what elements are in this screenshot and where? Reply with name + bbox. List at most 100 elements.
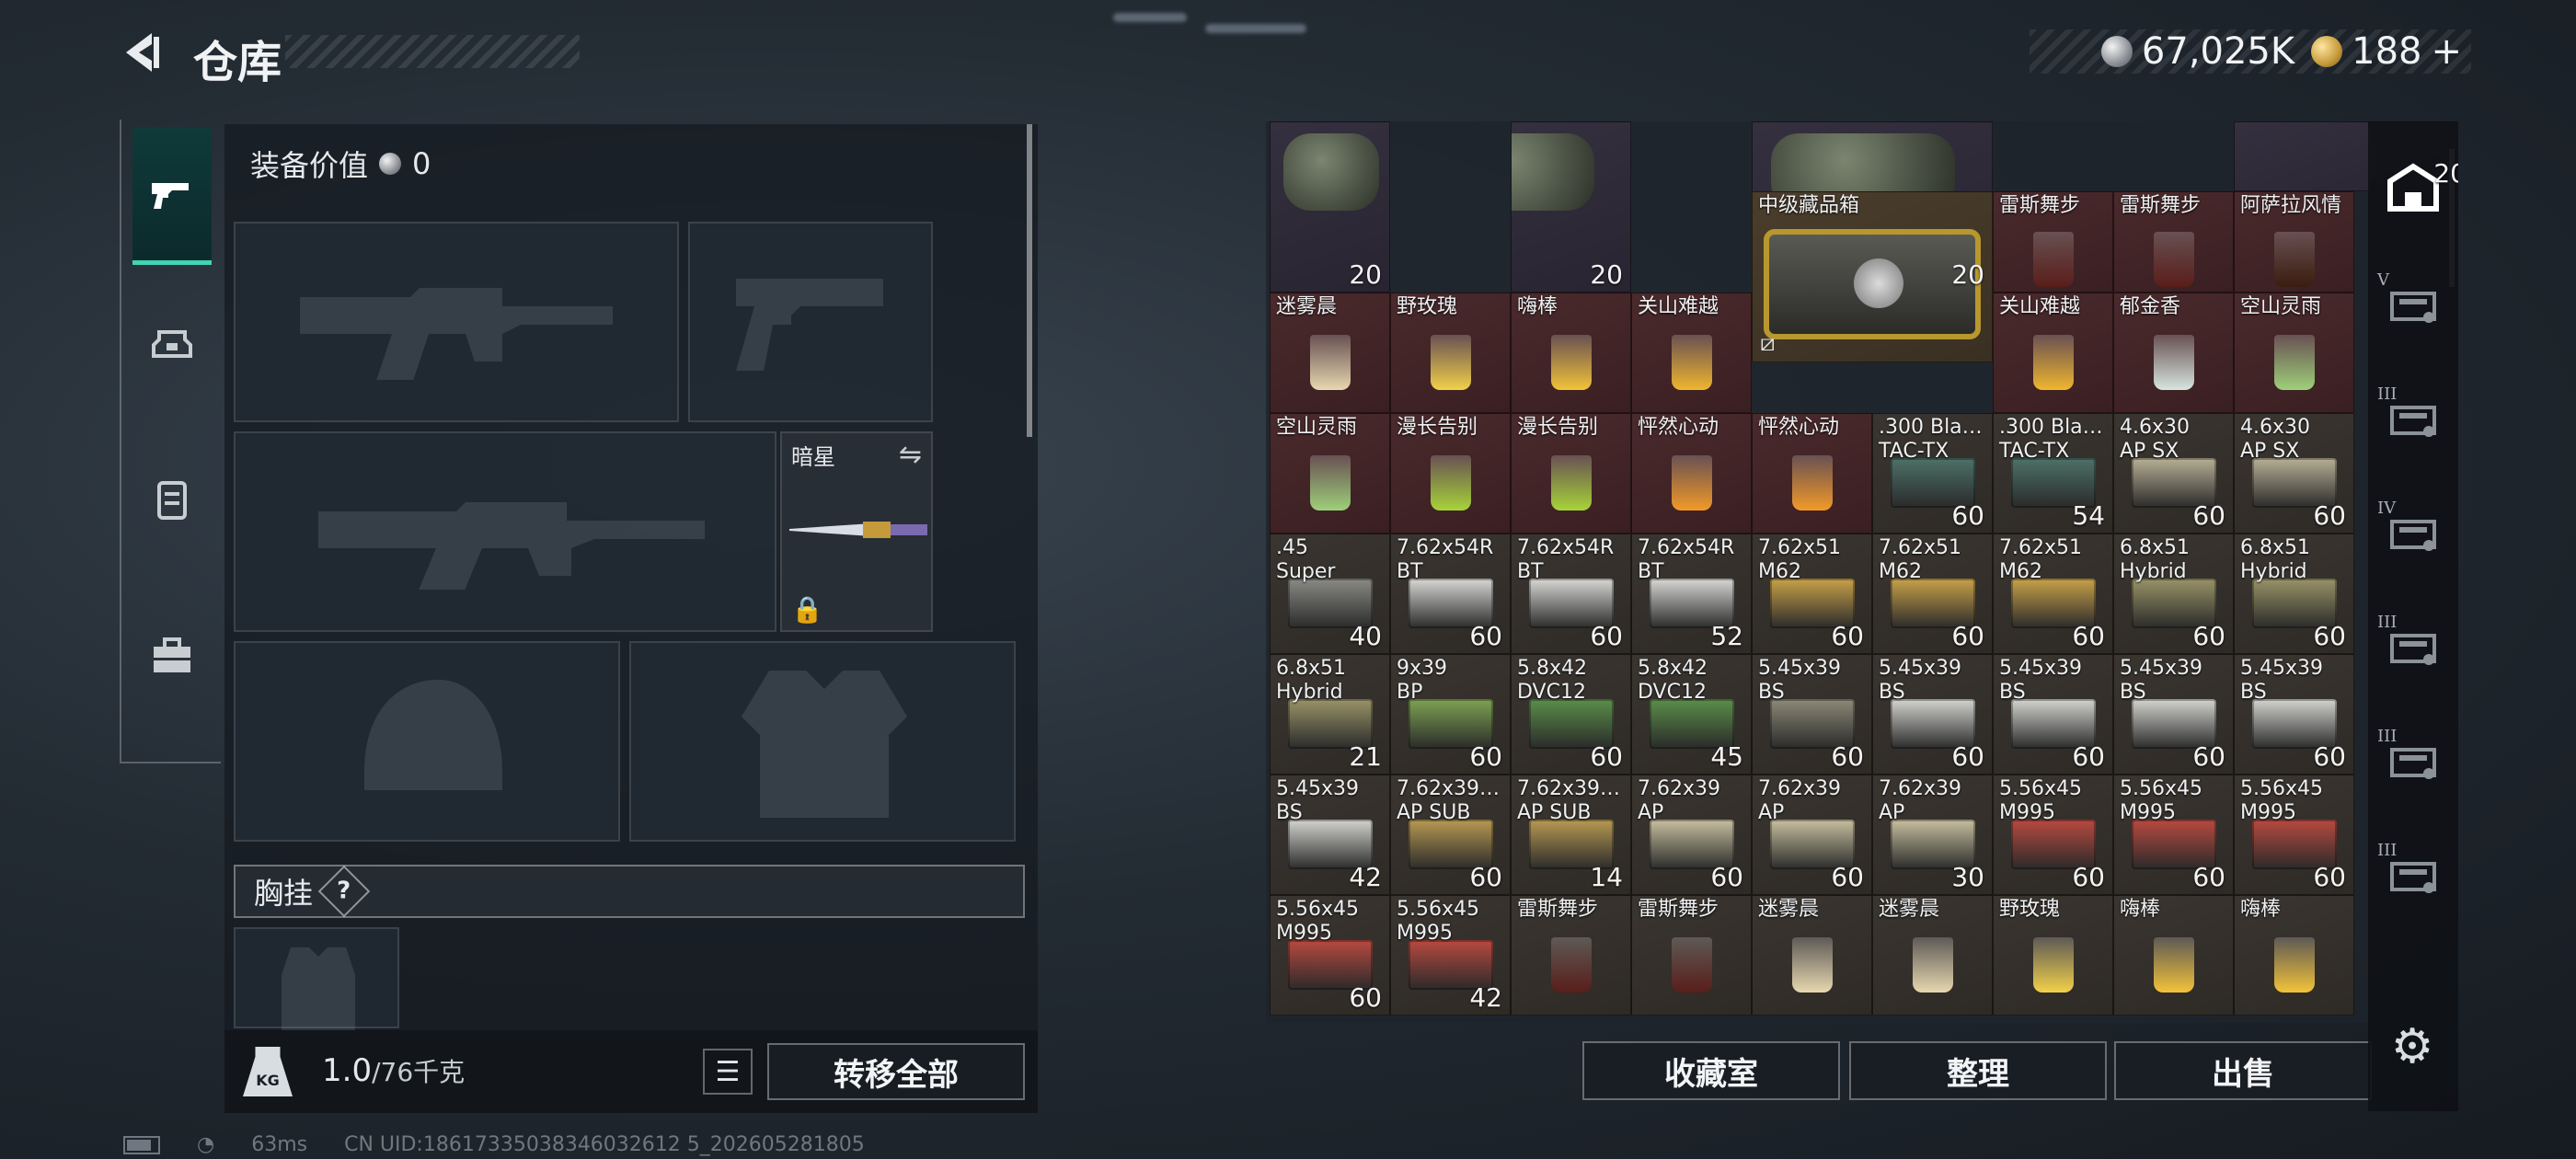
inventory-item[interactable]: 空山灵雨 bbox=[2234, 293, 2354, 413]
chest-rig-label: 胸挂 bbox=[254, 876, 314, 911]
inventory-item[interactable]: 雷斯舞步 bbox=[2113, 191, 2234, 293]
inventory-item[interactable]: .300 Bla… TAC-TX 60 bbox=[1872, 413, 1993, 534]
item-count: 60 bbox=[1349, 982, 1382, 1013]
inventory-item[interactable]: 7.62x54R BT 52 bbox=[1631, 534, 1752, 654]
inventory-item[interactable]: 7.62x39 AP 60 bbox=[1631, 775, 1752, 895]
category-weapons[interactable] bbox=[132, 127, 212, 265]
inventory-item[interactable]: 漫长告别 bbox=[1511, 413, 1631, 534]
inventory-item[interactable]: 7.62x54R BT 60 bbox=[1390, 534, 1511, 654]
inventory-item[interactable]: 迷雾晨 bbox=[1752, 895, 1872, 1016]
inventory-item[interactable]: 5.45x39 BS 42 bbox=[1270, 775, 1390, 895]
inventory-item[interactable]: 嗨棒 bbox=[1511, 293, 1631, 413]
equipment-scrollbar[interactable] bbox=[1027, 124, 1032, 437]
category-helmet[interactable] bbox=[132, 274, 212, 412]
inventory-item[interactable]: 9x39 BP 60 bbox=[1390, 654, 1511, 775]
inventory-item[interactable]: 7.62x51 M62 60 bbox=[1872, 534, 1993, 654]
inventory-item[interactable]: 7.62x51 M62 60 bbox=[1752, 534, 1872, 654]
tertiary-weapon-slot[interactable] bbox=[234, 431, 776, 632]
inventory-item[interactable]: 7.62x51 M62 60 bbox=[1993, 534, 2113, 654]
collection-room-button[interactable]: 收藏室 bbox=[1582, 1041, 1840, 1100]
chest-rig-slot[interactable] bbox=[234, 927, 399, 1030]
back-button[interactable] bbox=[116, 28, 171, 77]
side-tab-iii-a[interactable]: III bbox=[2374, 377, 2453, 456]
inventory-item[interactable]: 野玫瑰 bbox=[1390, 293, 1511, 413]
side-tab-iii-d[interactable]: III bbox=[2374, 833, 2453, 912]
list-view-button[interactable]: ☰ bbox=[703, 1049, 753, 1095]
settings-gear-icon[interactable]: ⚙ bbox=[2386, 1019, 2438, 1074]
inventory-item[interactable]: 4.6x30 AP SX 60 bbox=[2234, 413, 2354, 534]
inventory-item[interactable]: 嗨棒 bbox=[2113, 895, 2234, 1016]
gold-currency[interactable]: 188 + bbox=[2311, 30, 2462, 73]
item-name: 4.6x30 AP SX bbox=[2120, 416, 2191, 463]
inventory-item[interactable]: 6.8x51 Hybrid 60 bbox=[2113, 534, 2234, 654]
item-name: 5.45x39 BS bbox=[1879, 657, 1961, 704]
item-count: 20 bbox=[2433, 158, 2458, 189]
body-armor-slot[interactable] bbox=[629, 641, 1016, 842]
add-gold-button[interactable]: + bbox=[2431, 30, 2462, 73]
item-name: 阿萨拉风情 bbox=[2240, 194, 2342, 217]
inventory-item[interactable]: 空山灵雨 bbox=[1270, 413, 1390, 534]
inventory-item[interactable]: 5.45x39 BS 60 bbox=[1752, 654, 1872, 775]
inventory-item[interactable]: 5.56x45 M995 60 bbox=[1993, 775, 2113, 895]
bag-item[interactable]: 20 bbox=[1270, 121, 1390, 293]
swap-icon[interactable]: ⇋ bbox=[899, 439, 922, 471]
inventory-item[interactable]: 关山难越 bbox=[1993, 293, 2113, 413]
inventory-item[interactable]: 5.45x39 BS 60 bbox=[2113, 654, 2234, 775]
side-tab-iii-b[interactable]: III bbox=[2374, 605, 2453, 684]
inventory-item[interactable]: 野玫瑰 bbox=[1993, 895, 2113, 1016]
category-armor[interactable] bbox=[132, 430, 212, 568]
category-gear[interactable] bbox=[132, 587, 212, 725]
helmet-slot[interactable] bbox=[234, 641, 620, 842]
inventory-item[interactable]: 怦然心动 bbox=[1631, 413, 1752, 534]
inventory-item[interactable]: 5.8x42 DVC12 45 bbox=[1631, 654, 1752, 775]
side-tab-v[interactable]: V bbox=[2374, 263, 2453, 342]
inventory-item[interactable]: 关山难越 bbox=[1631, 293, 1752, 413]
inventory-item[interactable]: 雷斯舞步 bbox=[1631, 895, 1752, 1016]
inventory-item[interactable]: 迷雾晨 bbox=[1872, 895, 1993, 1016]
inventory-item[interactable]: 5.56x45 M995 60 bbox=[2234, 775, 2354, 895]
inventory-item[interactable]: 5.56x45 M995 60 bbox=[2113, 775, 2234, 895]
cocktail-glass-icon bbox=[2273, 232, 2315, 288]
secondary-weapon-slot[interactable] bbox=[688, 222, 933, 422]
side-tab-iii-c[interactable]: III bbox=[2374, 719, 2453, 798]
primary-weapon-slot[interactable] bbox=[234, 222, 679, 422]
inventory-item[interactable]: 6.8x51 Hybrid 21 bbox=[1270, 654, 1390, 775]
inventory-item[interactable]: 5.45x39 BS 60 bbox=[2234, 654, 2354, 775]
inventory-item[interactable]: 郁金香 bbox=[2113, 293, 2234, 413]
bag-item[interactable]: 20 bbox=[1511, 121, 1631, 293]
organize-button[interactable]: 整理 bbox=[1849, 1041, 2107, 1100]
inventory-item[interactable]: 4.6x30 AP SX 60 bbox=[2113, 413, 2234, 534]
side-tab-iv[interactable]: IV bbox=[2374, 491, 2453, 570]
inventory-item[interactable]: 5.56x45 M995 42 bbox=[1390, 895, 1511, 1016]
item-count: 42 bbox=[1469, 982, 1502, 1013]
inventory-item[interactable]: 7.62x39… AP SUB 14 bbox=[1511, 775, 1631, 895]
inventory-item[interactable]: 5.8x42 DVC12 60 bbox=[1511, 654, 1631, 775]
silver-coin-icon bbox=[2100, 36, 2133, 67]
item-count: 60 bbox=[1590, 621, 1623, 651]
inventory-item[interactable]: 迷雾晨 bbox=[1270, 293, 1390, 413]
inventory-item[interactable]: 怦然心动 bbox=[1752, 413, 1872, 534]
inventory-item[interactable]: .45 Super 40 bbox=[1270, 534, 1390, 654]
item-name: .45 Super bbox=[1276, 536, 1336, 583]
inventory-item[interactable]: 7.62x39… AP SUB 60 bbox=[1390, 775, 1511, 895]
inventory-item[interactable]: 7.62x39 AP 30 bbox=[1872, 775, 1993, 895]
inventory-item[interactable]: 5.56x45 M995 60 bbox=[1270, 895, 1390, 1016]
transfer-all-button[interactable]: 转移全部 bbox=[767, 1043, 1025, 1100]
inventory-item[interactable]: 6.8x51 Hybrid 60 bbox=[2234, 534, 2354, 654]
inventory-item[interactable]: 7.62x39 AP 60 bbox=[1752, 775, 1872, 895]
melee-name: 暗星 bbox=[791, 444, 835, 470]
melee-slot[interactable]: 暗星 ⇋ 🔒 bbox=[780, 431, 933, 632]
item-name: 嗨棒 bbox=[1517, 295, 1558, 318]
sell-button[interactable]: 出售 bbox=[2114, 1041, 2372, 1100]
inventory-item[interactable]: 雷斯舞步 bbox=[1511, 895, 1631, 1016]
inventory-item[interactable]: 5.45x39 BS 60 bbox=[1993, 654, 2113, 775]
inventory-item[interactable]: 嗨棒 bbox=[2234, 895, 2354, 1016]
inventory-item[interactable]: 5.45x39 BS 60 bbox=[1872, 654, 1993, 775]
inventory-item[interactable]: 7.62x54R BT 60 bbox=[1511, 534, 1631, 654]
help-icon: ? bbox=[337, 878, 351, 905]
inventory-item[interactable]: 阿萨拉风情 bbox=[2234, 191, 2354, 293]
inventory-item[interactable]: 雷斯舞步 bbox=[1993, 191, 2113, 293]
inventory-item[interactable]: .300 Bla… TAC-TX 54 bbox=[1993, 413, 2113, 534]
help-button[interactable]: ? bbox=[317, 865, 371, 918]
inventory-item[interactable]: 漫长告别 bbox=[1390, 413, 1511, 534]
